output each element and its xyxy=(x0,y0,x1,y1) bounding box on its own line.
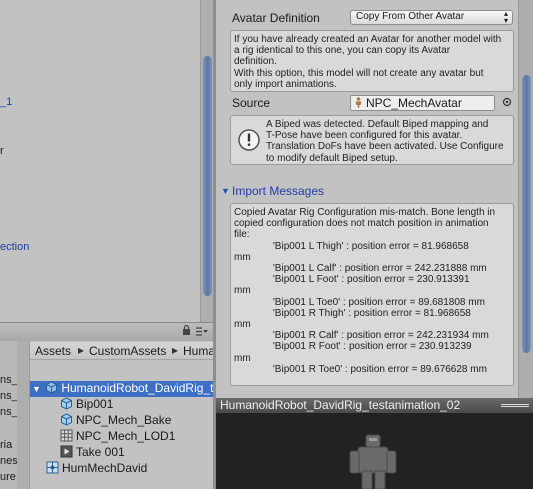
project-toolbar xyxy=(0,322,213,342)
source-value: NPC_MechAvatar xyxy=(366,96,462,110)
breadcrumb-item[interactable]: Assets xyxy=(35,344,71,358)
biped-helpbox: A Biped was detected. Default Biped mapp… xyxy=(230,115,514,165)
folder-fragment[interactable]: nes xyxy=(0,455,17,467)
mesh-cube-icon xyxy=(61,413,72,426)
import-messages-text: Copied Avatar Rig Configuration mis-matc… xyxy=(234,207,496,375)
biped-info-text: A Biped was detected. Default Biped mapp… xyxy=(266,119,504,164)
avatar-icon xyxy=(354,97,363,111)
asset-row[interactable]: HumMechDavid xyxy=(46,461,147,477)
drag-handle-icon[interactable] xyxy=(501,404,529,407)
breadcrumb: Assets ▸ CustomAssets ▸ Huma xyxy=(30,342,213,360)
asset-row[interactable]: ▼ HumanoidRobot_DavidRig_t xyxy=(30,381,213,397)
folder-fragment[interactable]: ns_ xyxy=(0,406,17,418)
asset-label: HumMechDavid xyxy=(62,461,148,475)
breadcrumb-separator-icon: ▸ xyxy=(172,343,179,357)
folder-fragment[interactable]: ure xyxy=(0,471,16,483)
hierarchy-fragment[interactable]: _1 xyxy=(0,96,12,108)
inspector-scroll-thumb[interactable] xyxy=(522,75,531,353)
hierarchy-panel: _1 r ection xyxy=(0,0,200,322)
hierarchy-fragment[interactable]: ection xyxy=(0,241,29,253)
dropdown-arrows-icon: ▴ ▾ xyxy=(503,9,508,25)
asset-label: NPC_Mech_Bake xyxy=(76,413,172,427)
avatar-definition-label: Avatar Definition xyxy=(232,11,320,25)
breadcrumb-item[interactable]: CustomAssets xyxy=(89,344,166,358)
foldout-arrow-icon[interactable]: ▼ xyxy=(221,186,230,196)
avatar-definition-dropdown[interactable]: Copy From Other Avatar ▴ ▾ xyxy=(350,10,513,25)
asset-label: Bip001 xyxy=(76,397,114,411)
expand-arrow-icon[interactable]: ▼ xyxy=(32,384,42,394)
asset-label: HumanoidRobot_DavidRig_t xyxy=(61,381,214,395)
avatar-grid-icon xyxy=(46,461,59,474)
source-label: Source xyxy=(232,96,271,110)
folder-fragment[interactable]: ns_ xyxy=(0,374,17,386)
folder-fragment[interactable]: ns_ xyxy=(0,390,17,402)
mesh-grid-icon xyxy=(60,429,73,442)
breadcrumb-separator-icon: ▸ xyxy=(78,343,85,357)
asset-row[interactable]: Take 001 xyxy=(60,445,125,461)
asset-label: Take 001 xyxy=(76,445,125,459)
preview-title: HumanoidRobot_DavidRig_testanimation_02 xyxy=(220,398,461,412)
copy-avatar-info-text: If you have already created an Avatar fo… xyxy=(234,34,502,90)
robot-model-image xyxy=(216,413,533,489)
info-exclamation-icon xyxy=(237,128,261,155)
hierarchy-fragment[interactable]: r xyxy=(0,145,4,157)
asset-row[interactable]: NPC_Mech_Bake xyxy=(60,413,171,429)
hierarchy-scroll-thumb[interactable] xyxy=(203,56,212,296)
import-messages-foldout[interactable]: Import Messages xyxy=(232,184,324,198)
breadcrumb-item[interactable]: Huma xyxy=(183,344,213,358)
folder-fragment[interactable]: ria xyxy=(0,439,12,451)
preview-header: HumanoidRobot_DavidRig_testanimation_02 xyxy=(216,398,533,413)
model-prefab-icon xyxy=(46,381,58,394)
object-picker-icon[interactable] xyxy=(502,97,512,110)
folder-tree: ns_ ns_ ns_ ria nes ure xyxy=(0,341,18,489)
panel-menu-icon[interactable] xyxy=(196,327,208,339)
source-object-field[interactable]: NPC_MechAvatar xyxy=(350,95,495,111)
asset-row[interactable]: NPC_Mech_LOD1 xyxy=(60,429,175,445)
animation-preview[interactable] xyxy=(216,413,533,489)
asset-label: NPC_Mech_LOD1 xyxy=(76,429,176,443)
folder-scrollbar[interactable] xyxy=(17,341,30,489)
hierarchy-scrollbar[interactable] xyxy=(200,0,214,322)
copy-avatar-helpbox: If you have already created an Avatar fo… xyxy=(230,30,514,92)
bone-cube-icon xyxy=(61,397,72,410)
inspector-scrollbar[interactable] xyxy=(518,0,533,398)
lock-icon[interactable] xyxy=(182,324,191,338)
avatar-definition-value: Copy From Other Avatar xyxy=(356,11,465,22)
import-messages-box: Copied Avatar Rig Configuration mis-matc… xyxy=(230,203,514,386)
animation-clip-icon xyxy=(60,445,73,458)
asset-row[interactable]: Bip001 xyxy=(60,397,113,413)
